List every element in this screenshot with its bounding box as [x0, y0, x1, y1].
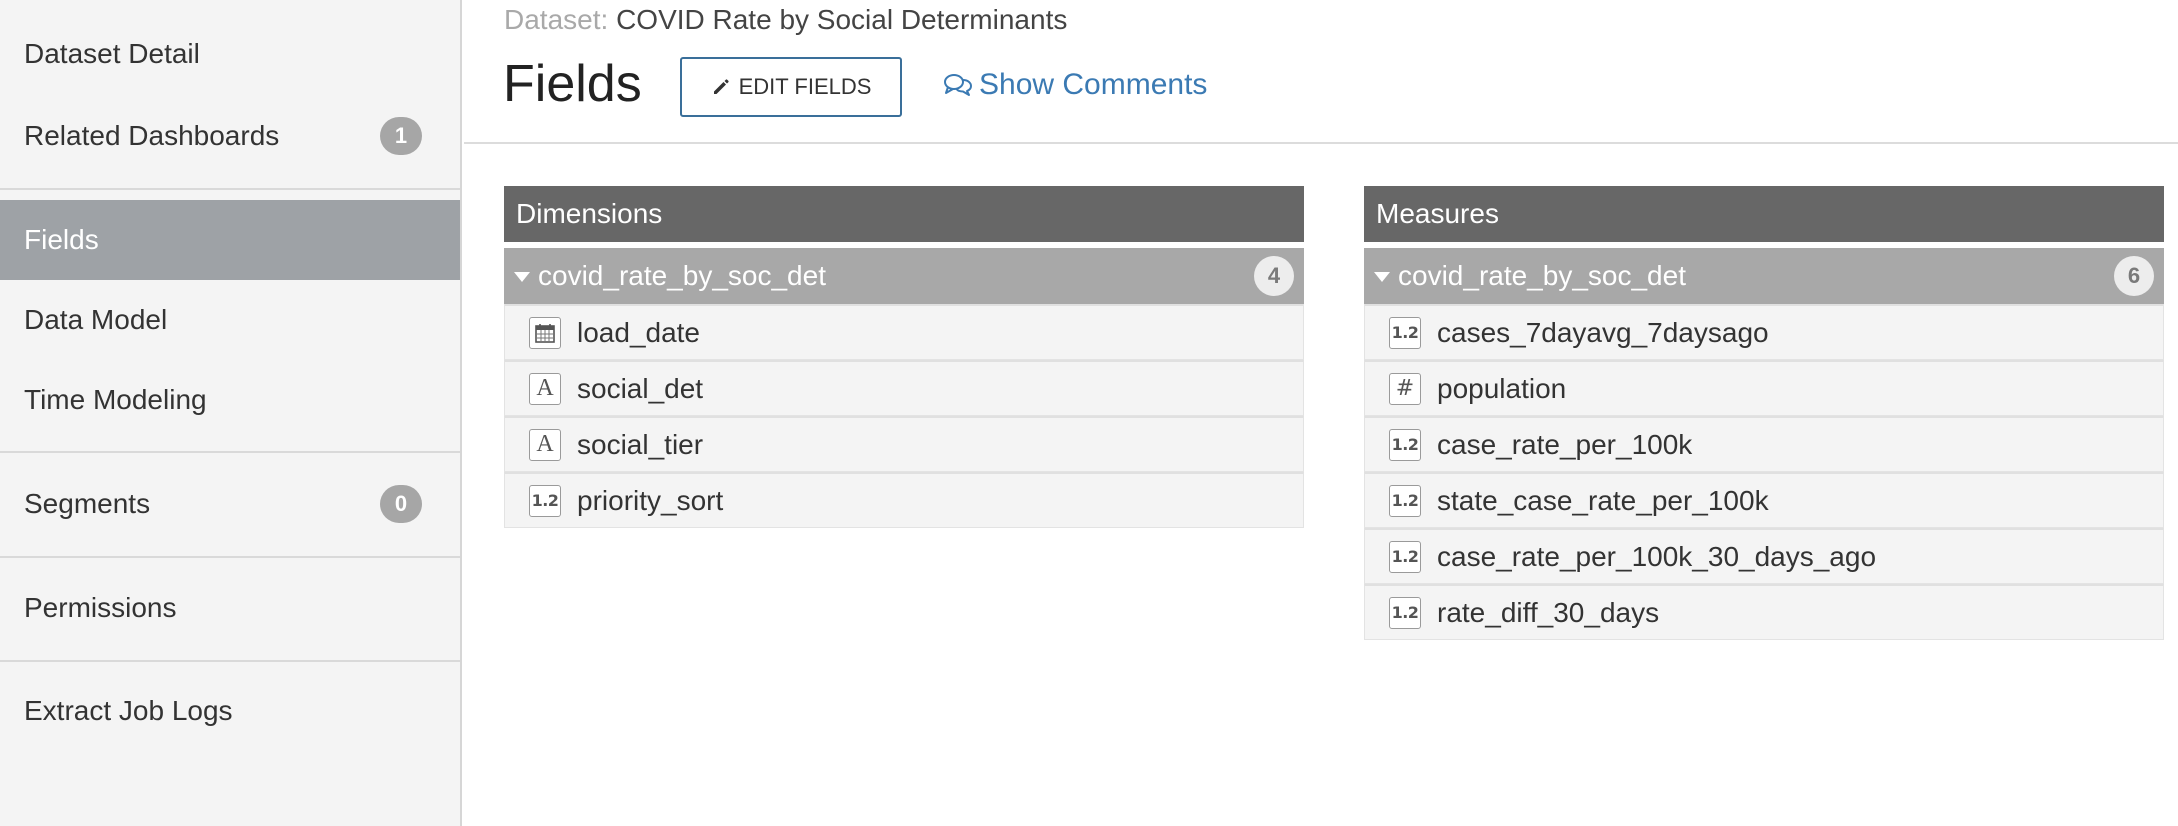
- field-name: case_rate_per_100k_30_days_ago: [1437, 540, 1877, 572]
- sidebar-item-dataset-detail[interactable]: Dataset Detail: [0, 24, 460, 84]
- sidebar-item-extract-job-logs[interactable]: Extract Job Logs: [0, 681, 460, 741]
- field-name: load_date: [577, 316, 701, 348]
- field-row-social-tier[interactable]: A social_tier: [504, 416, 1304, 472]
- dimensions-group-toggle[interactable]: covid_rate_by_soc_det 4: [504, 248, 1304, 304]
- measures-count-badge: 6: [2114, 256, 2154, 296]
- sidebar-item-label: Dataset Detail: [24, 38, 200, 69]
- measures-panel-header: Measures: [1364, 186, 2164, 242]
- decimal-type-icon: 1.2: [1389, 428, 1421, 461]
- sidebar-divider: [0, 556, 460, 558]
- sidebar-item-label: Data Model: [24, 304, 168, 335]
- decimal-type-icon: 1.2: [1389, 540, 1421, 573]
- field-name: population: [1437, 372, 1567, 404]
- text-type-icon: A: [529, 428, 561, 461]
- segments-count-badge: 0: [380, 485, 422, 523]
- field-row-cases-7dayavg-7daysago[interactable]: 1.2 cases_7dayavg_7daysago: [1364, 304, 2164, 360]
- field-row-case-rate-per-100k-30-days-ago[interactable]: 1.2 case_rate_per_100k_30_days_ago: [1364, 528, 2164, 584]
- show-comments-link[interactable]: Show Comments: [943, 68, 1207, 102]
- sidebar-item-label: Extract Job Logs: [24, 695, 233, 726]
- field-name: rate_diff_30_days: [1437, 596, 1660, 628]
- field-row-case-rate-per-100k[interactable]: 1.2 case_rate_per_100k: [1364, 416, 2164, 472]
- sidebar-divider: [0, 660, 460, 662]
- page-title: Fields: [503, 55, 642, 113]
- sidebar-item-permissions[interactable]: Permissions: [0, 578, 460, 638]
- sidebar-item-label: Fields: [24, 224, 99, 255]
- show-comments-label: Show Comments: [979, 68, 1208, 101]
- pencil-icon: [713, 79, 729, 94]
- caret-down-icon: [514, 272, 530, 282]
- sidebar-item-label: Permissions: [24, 592, 177, 623]
- sidebar-item-fields[interactable]: Fields: [0, 200, 460, 280]
- dimensions-panel: Dimensions covid_rate_by_soc_det 4 load_…: [504, 186, 1304, 528]
- header-divider: [464, 142, 2178, 144]
- decimal-type-icon: 1.2: [1389, 596, 1421, 629]
- field-row-social-det[interactable]: A social_det: [504, 360, 1304, 416]
- measures-panel: Measures covid_rate_by_soc_det 6 1.2 cas…: [1364, 186, 2164, 640]
- dimensions-panel-header: Dimensions: [504, 186, 1304, 242]
- sidebar-divider: [0, 188, 460, 190]
- sidebar-item-time-modeling[interactable]: Time Modeling: [0, 370, 460, 430]
- decimal-type-icon: 1.2: [529, 484, 561, 517]
- calendar-icon: [529, 316, 561, 349]
- field-name: case_rate_per_100k: [1437, 428, 1693, 460]
- field-name: state_case_rate_per_100k: [1437, 484, 1769, 516]
- measures-group-name: covid_rate_by_soc_det: [1398, 260, 1686, 291]
- field-name: priority_sort: [577, 484, 724, 516]
- comments-icon: [944, 74, 972, 96]
- field-row-population[interactable]: # population: [1364, 360, 2164, 416]
- field-row-load-date[interactable]: load_date: [504, 304, 1304, 360]
- sidebar-item-data-model[interactable]: Data Model: [0, 290, 460, 350]
- field-name: cases_7dayavg_7daysago: [1437, 316, 1769, 348]
- sidebar-item-label: Segments: [24, 488, 151, 519]
- sidebar: Dataset Detail Related Dashboards 1 Fiel…: [0, 0, 462, 826]
- sidebar-item-label: Time Modeling: [24, 384, 207, 415]
- edit-fields-label: EDIT FIELDS: [738, 74, 872, 99]
- dataset-name: COVID Rate by Social Determinants: [616, 4, 1068, 35]
- text-type-icon: A: [529, 372, 561, 405]
- caret-down-icon: [1374, 272, 1390, 282]
- related-dashboards-count-badge: 1: [380, 117, 422, 155]
- sidebar-divider: [0, 451, 460, 453]
- field-row-priority-sort[interactable]: 1.2 priority_sort: [504, 472, 1304, 528]
- measures-group-toggle[interactable]: covid_rate_by_soc_det 6: [1364, 248, 2164, 304]
- sidebar-item-label: Related Dashboards: [24, 120, 280, 151]
- decimal-type-icon: 1.2: [1389, 484, 1421, 517]
- field-row-rate-diff-30-days[interactable]: 1.2 rate_diff_30_days: [1364, 584, 2164, 640]
- dimensions-group-name: covid_rate_by_soc_det: [538, 260, 826, 291]
- decimal-type-icon: 1.2: [1389, 316, 1421, 349]
- field-name: social_det: [577, 372, 704, 404]
- sidebar-item-related-dashboards[interactable]: Related Dashboards 1: [0, 106, 460, 166]
- field-name: social_tier: [577, 428, 704, 460]
- integer-type-icon: #: [1389, 372, 1421, 405]
- dimensions-count-badge: 4: [1254, 256, 1294, 296]
- dataset-name-line: Dataset: COVID Rate by Social Determinan…: [504, 4, 1067, 36]
- field-row-state-case-rate-per-100k[interactable]: 1.2 state_case_rate_per_100k: [1364, 472, 2164, 528]
- edit-fields-button[interactable]: EDIT FIELDS: [680, 57, 902, 117]
- dataset-prefix: Dataset:: [504, 4, 609, 35]
- sidebar-item-segments[interactable]: Segments 0: [0, 474, 460, 534]
